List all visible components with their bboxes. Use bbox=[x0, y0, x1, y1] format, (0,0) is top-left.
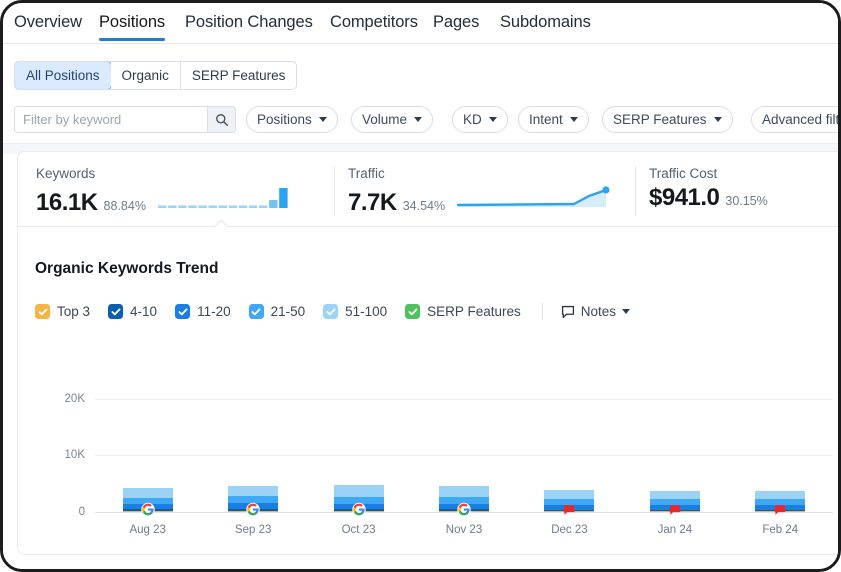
metrics-summary-card: Keywords 16.1K 88.84% Traffic 7.7K 34.54% Traf… bbox=[17, 151, 838, 227]
note-flag-icon[interactable] bbox=[774, 504, 787, 522]
nav-tab-pages[interactable]: Pages bbox=[433, 13, 479, 32]
x-axis-tick-label: Aug 23 bbox=[129, 524, 166, 536]
pill-all-positions[interactable]: All Positions bbox=[15, 62, 112, 89]
nav-tab-label: Pages bbox=[433, 13, 480, 31]
nav-tab-overview[interactable]: Overview bbox=[14, 13, 82, 32]
active-tab-underline bbox=[99, 38, 166, 41]
filter-dropdown-volume[interactable]: Volume bbox=[351, 106, 434, 133]
traffic-sparkline-line bbox=[456, 186, 610, 207]
x-axis-tick-label: Sep 23 bbox=[234, 524, 272, 536]
filter-dropdown-advanced-filters[interactable]: Advanced filters bbox=[751, 106, 840, 133]
metric-label: Keywords bbox=[36, 166, 96, 181]
metric-percent: 30.15% bbox=[725, 194, 768, 208]
filter-dropdown-label: Intent bbox=[529, 112, 563, 127]
metric-divider bbox=[635, 166, 636, 216]
position-type-pill-group: All Positions Organic SERP Features bbox=[14, 61, 298, 90]
metric-label: Traffic Cost bbox=[649, 166, 718, 181]
filter-dropdown-kd[interactable]: KD bbox=[452, 106, 508, 133]
y-axis-tick-label: 20K bbox=[64, 392, 85, 405]
filter-dropdown-label: Advanced filters bbox=[762, 112, 840, 127]
nav-tab-label: Position Changes bbox=[185, 13, 313, 31]
search-button[interactable] bbox=[207, 107, 235, 132]
keyword-filter-box[interactable] bbox=[14, 106, 236, 133]
metric-value: 16.1K bbox=[36, 189, 98, 216]
filter-toolbar: Positions Volume KD Intent SERP Features Adva… bbox=[3, 102, 840, 144]
bar-segment bbox=[228, 485, 279, 497]
organic-keywords-trend-panel: Organic Keywords Trend Top 3 4-10 11-20 21-… bbox=[17, 227, 838, 555]
note-flag-icon[interactable] bbox=[668, 504, 681, 522]
search-icon bbox=[215, 113, 228, 126]
keywords-sparkline-bars bbox=[157, 188, 288, 208]
screenshot-frame: Overview Positions Position Changes Competi… bbox=[0, 0, 841, 572]
nav-tab-subdomains[interactable]: Subdomains bbox=[500, 13, 591, 32]
chevron-down-icon bbox=[318, 117, 327, 122]
nav-tab-label: Overview bbox=[14, 13, 82, 31]
google-icon[interactable] bbox=[351, 502, 366, 522]
search-input[interactable] bbox=[15, 107, 207, 132]
bar-segment bbox=[649, 490, 700, 500]
metric-value-row: 16.1K 88.84% bbox=[36, 184, 289, 217]
bar-segment bbox=[544, 490, 595, 499]
filter-dropdown-positions[interactable]: Positions bbox=[246, 106, 338, 133]
metric-label: Traffic bbox=[348, 166, 385, 181]
chevron-down-icon bbox=[713, 117, 722, 122]
bar-segment bbox=[122, 488, 173, 498]
bar-segment bbox=[755, 490, 806, 499]
main-navigation-tabs: Overview Positions Position Changes Competi… bbox=[3, 3, 838, 44]
bar-segment bbox=[333, 485, 384, 497]
google-icon[interactable] bbox=[140, 502, 155, 522]
metric-divider bbox=[334, 166, 335, 216]
google-icon[interactable] bbox=[457, 502, 471, 522]
metric-card-traffic[interactable]: Traffic 7.7K 34.54% bbox=[348, 166, 616, 217]
gridline bbox=[95, 455, 833, 457]
chevron-down-icon bbox=[488, 117, 497, 122]
metric-value: 7.7K bbox=[348, 189, 397, 216]
filter-dropdown-intent[interactable]: Intent bbox=[518, 106, 589, 133]
filter-dropdown-label: Volume bbox=[362, 112, 408, 127]
metric-value: $941.0 bbox=[649, 184, 720, 211]
chart-plot-area: 0 10K 20K Aug 23 Sep 23 Oct 23 Nov 23 Dec 23 Jan… bbox=[18, 227, 838, 555]
note-flag-icon[interactable] bbox=[563, 504, 576, 522]
google-icon[interactable] bbox=[246, 502, 260, 522]
metric-percent: 88.84% bbox=[103, 199, 146, 213]
y-axis-tick-label: 10K bbox=[64, 449, 85, 462]
metric-percent: 34.54% bbox=[402, 199, 446, 213]
x-axis-tick-label: Dec 23 bbox=[551, 524, 588, 536]
y-axis-tick-label: 0 bbox=[78, 506, 85, 518]
x-axis-tick-label: Jan 24 bbox=[657, 524, 693, 536]
x-axis-tick-label: Oct 23 bbox=[341, 524, 376, 536]
gridline bbox=[95, 398, 833, 400]
metric-card-keywords[interactable]: Keywords 16.1K 88.84% bbox=[36, 166, 289, 217]
filter-dropdown-label: Positions bbox=[257, 112, 312, 127]
filter-dropdown-label: KD bbox=[463, 112, 482, 127]
app-window: Overview Positions Position Changes Competi… bbox=[3, 3, 840, 569]
pill-organic[interactable]: Organic bbox=[110, 62, 181, 89]
metric-value-row: 7.7K 34.54% bbox=[348, 184, 616, 217]
x-axis-tick-label: Feb 24 bbox=[762, 524, 799, 536]
metric-value-row: $941.0 30.15% bbox=[649, 184, 768, 212]
x-axis-tick-label: Nov 23 bbox=[445, 524, 483, 536]
nav-tab-competitors[interactable]: Competitors bbox=[330, 13, 418, 32]
nav-tab-label: Positions bbox=[99, 13, 166, 31]
bar-segment bbox=[439, 486, 489, 497]
filter-dropdown-serp-features[interactable]: SERP Features bbox=[602, 106, 733, 133]
nav-tab-position-changes[interactable]: Position Changes bbox=[185, 13, 313, 32]
chevron-down-icon bbox=[414, 117, 423, 122]
nav-tab-label: Subdomains bbox=[500, 13, 591, 31]
chevron-down-icon bbox=[569, 117, 578, 122]
metric-card-traffic-cost[interactable]: Traffic Cost $941.0 30.15% bbox=[649, 166, 768, 212]
nav-tab-positions[interactable]: Positions bbox=[99, 13, 166, 41]
active-metric-caret bbox=[213, 219, 229, 227]
pill-serp-features[interactable]: SERP Features bbox=[180, 62, 297, 89]
nav-tab-label: Competitors bbox=[330, 13, 418, 31]
filter-dropdown-label: SERP Features bbox=[613, 112, 707, 127]
